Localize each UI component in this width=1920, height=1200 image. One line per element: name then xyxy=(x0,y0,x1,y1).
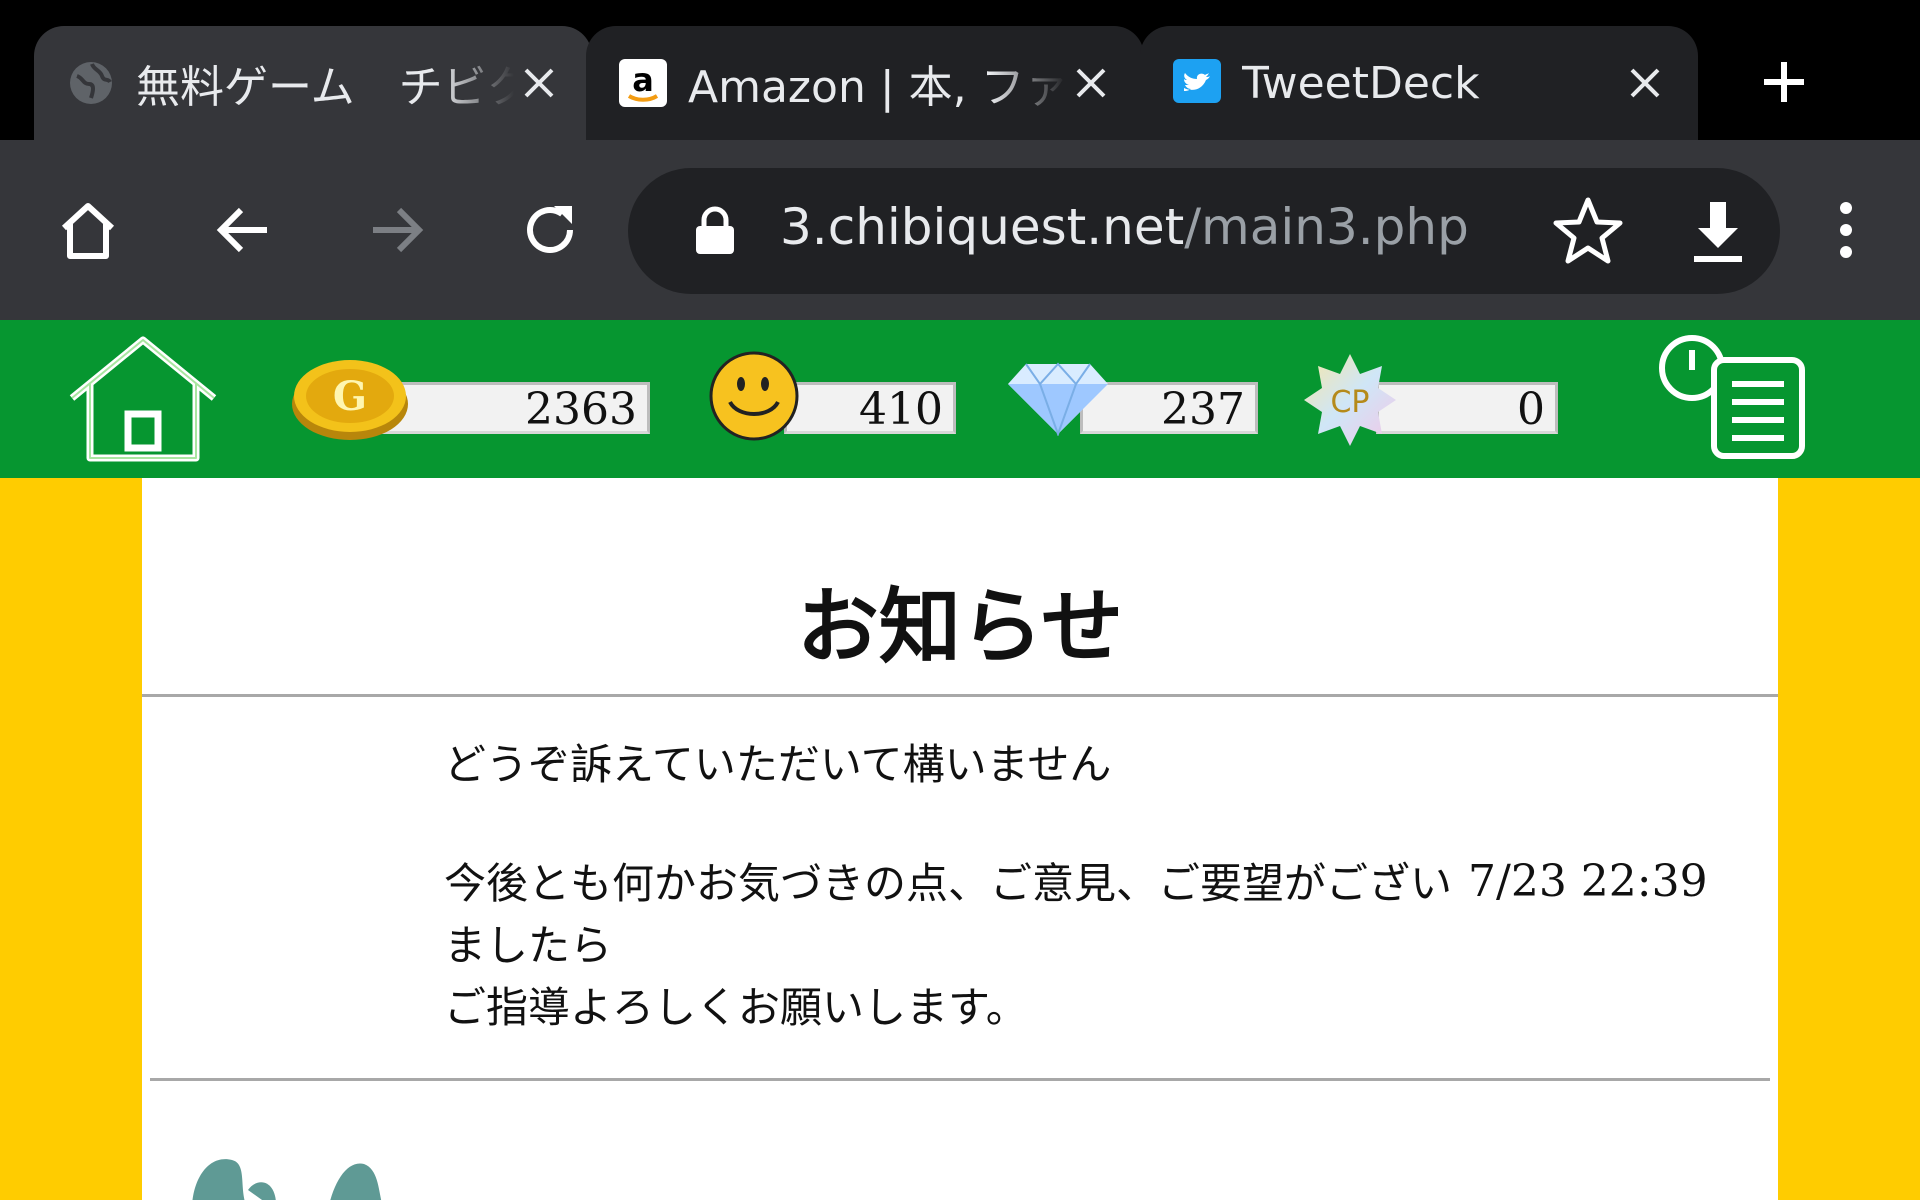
url-text[interactable]: 3.chibiquest.net/main3.php xyxy=(780,198,1469,256)
twitter-icon xyxy=(1172,58,1222,108)
home-icon xyxy=(61,203,115,259)
forward-arrow-icon xyxy=(373,207,424,253)
svg-text:CP: CP xyxy=(1330,385,1369,420)
tab-title: 無料ゲーム チビクエスト xyxy=(136,62,514,113)
game-home-button[interactable] xyxy=(62,334,224,468)
tab-title: TweetDeck xyxy=(1242,57,1480,109)
amazon-icon: a xyxy=(618,58,668,108)
smiley-icon xyxy=(708,350,800,446)
cp-count: 0 xyxy=(1376,382,1558,435)
tab-title: Amazon | 本, ファッション xyxy=(688,62,1066,113)
svg-text:G: G xyxy=(333,373,367,420)
globe-icon xyxy=(66,58,116,108)
gold-count: 2363 xyxy=(380,382,650,435)
lock-icon[interactable] xyxy=(692,206,738,256)
notice-headline: どうぞ訴えていただいて構いません xyxy=(444,740,1112,789)
forward-button[interactable] xyxy=(352,185,442,275)
reload-icon xyxy=(527,206,573,253)
back-arrow-icon xyxy=(216,207,267,253)
close-icon[interactable] xyxy=(1620,58,1670,108)
close-icon[interactable] xyxy=(514,58,564,108)
close-icon[interactable] xyxy=(1066,58,1116,108)
tab-chibiquest[interactable]: 無料ゲーム チビクエスト xyxy=(34,26,592,140)
schedule-menu-button[interactable] xyxy=(1658,332,1808,466)
menu-button[interactable] xyxy=(1808,185,1884,275)
tab-tweetdeck[interactable]: TweetDeck xyxy=(1140,26,1698,140)
notice-timestamp: 7/23 22:39 xyxy=(1468,856,1708,907)
gold-coin-icon: G xyxy=(290,352,412,446)
tab-amazon[interactable]: a Amazon | 本, ファッション xyxy=(586,26,1144,140)
home-button[interactable] xyxy=(43,185,133,275)
diamond-icon xyxy=(1006,360,1110,440)
bookmark-star-icon[interactable] xyxy=(1550,194,1626,270)
address-bar[interactable]: 3.chibiquest.net/main3.php xyxy=(628,168,1780,294)
more-vert-icon xyxy=(1840,202,1852,258)
cp-star-icon: CP xyxy=(1302,352,1398,452)
smile-count: 410 xyxy=(784,382,956,435)
character-sprite-icon xyxy=(188,1150,398,1200)
reload-button[interactable] xyxy=(505,185,595,275)
house-icon xyxy=(69,336,217,462)
notice-body: 今後とも何かお気づきの点、ご意見、ご要望がございましたら ご指導よろしくお願いし… xyxy=(444,859,1453,1032)
notice-title: お知らせ xyxy=(796,580,1124,675)
download-icon[interactable] xyxy=(1680,194,1756,270)
back-button[interactable] xyxy=(198,185,288,275)
clock-list-icon xyxy=(1659,335,1805,459)
divider xyxy=(150,1078,1770,1081)
game-header: 2363 G 410 237 0 CP xyxy=(0,320,1920,478)
new-tab-button[interactable] xyxy=(1752,50,1816,114)
tab-strip: 無料ゲーム チビクエスト a Amazon | 本, ファッション TweetD… xyxy=(0,0,1920,140)
browser-toolbar: 3.chibiquest.net/main3.php xyxy=(0,140,1920,320)
divider xyxy=(142,694,1778,697)
plus-icon xyxy=(1764,62,1804,102)
svg-text:a: a xyxy=(632,61,654,99)
